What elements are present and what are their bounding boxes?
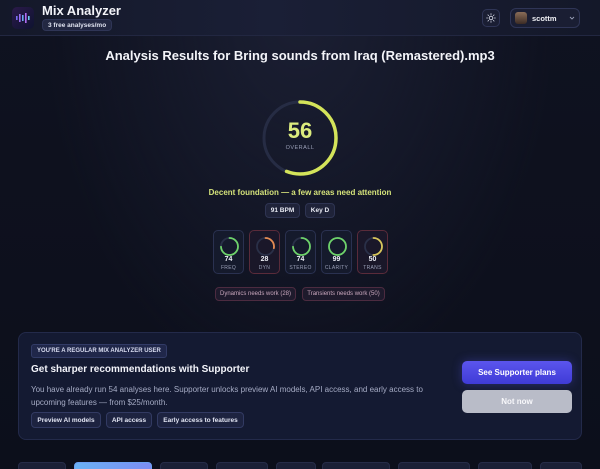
bottom-tab[interactable] (478, 462, 532, 469)
app-title[interactable]: Mix Analyzer (42, 3, 121, 18)
feature-tag-early-access: Early access to features (157, 412, 244, 428)
upsell-title: Get sharper recommendations with Support… (31, 364, 250, 375)
metric-card-dyn[interactable]: 28 DYN (249, 230, 280, 274)
metric-ring (292, 237, 311, 256)
feature-tag-preview-ai: Preview AI models (31, 412, 101, 428)
metric-card-freq[interactable]: 74 FREQ (213, 230, 244, 274)
overall-score-label: OVERALL (285, 145, 315, 151)
bottom-tab[interactable] (216, 462, 268, 469)
chevron-down-icon (569, 16, 575, 20)
bottom-tab-active[interactable] (74, 462, 152, 469)
upsell-description: You have already run 54 analyses here. S… (31, 385, 423, 407)
metric-name: DYN (258, 265, 271, 271)
metric-name: CLARITY (324, 265, 349, 271)
waveform-icon[interactable] (12, 7, 34, 29)
not-now-button[interactable]: Not now (462, 390, 572, 413)
bottom-tab[interactable] (322, 462, 390, 469)
bottom-tab[interactable] (276, 462, 316, 469)
avatar (515, 12, 527, 24)
user-menu[interactable]: scottm (510, 8, 580, 28)
bottom-tab[interactable] (398, 462, 470, 469)
overall-score-value: 56 (287, 118, 313, 143)
metric-card-trans[interactable]: 50 TRANS (357, 230, 388, 274)
username: scottm (532, 13, 557, 23)
sun-icon (486, 13, 496, 23)
page-title: Analysis Results for Bring sounds from I… (105, 48, 495, 63)
bottom-tab[interactable] (18, 462, 66, 469)
metric-name: FREQ (220, 265, 237, 271)
bottom-tab[interactable] (160, 462, 208, 469)
metric-ring (256, 237, 275, 256)
feature-tag-api-access: API access (106, 412, 152, 428)
metric-value: 28 (260, 256, 269, 263)
metric-value: 99 (332, 256, 341, 263)
bottom-tab[interactable] (540, 462, 582, 469)
theme-toggle-button[interactable] (482, 9, 500, 27)
key-chip: Key D (305, 203, 335, 218)
tier-badge: 3 free analyses/mo (42, 19, 113, 31)
metric-ring (328, 237, 347, 256)
user-status-badge: YOU'RE A REGULAR MIX ANALYZER USER (31, 344, 167, 358)
metric-value: 74 (224, 256, 233, 263)
metric-card-stereo[interactable]: 74 STEREO (285, 230, 316, 274)
issue-tag-transients[interactable]: Transients needs work (50) (302, 287, 385, 301)
metric-name: TRANS (363, 265, 382, 271)
metric-card-clarity[interactable]: 99 CLARITY (321, 230, 352, 274)
issue-tag-dynamics[interactable]: Dynamics needs work (28) (215, 287, 296, 301)
metric-value: 50 (368, 256, 377, 263)
bpm-chip: 91 BPM (265, 203, 300, 218)
supporter-upsell-panel: YOU'RE A REGULAR MIX ANALYZER USER Get s… (18, 332, 582, 440)
see-supporter-plans-button[interactable]: See Supporter plans (462, 361, 572, 384)
app-header: Mix Analyzer 3 free analyses/mo scottm (0, 0, 600, 36)
metric-name: STEREO (289, 265, 312, 271)
metric-value: 74 (296, 256, 305, 263)
score-summary: Decent foundation — a few areas need att… (208, 188, 392, 197)
metric-ring (364, 237, 383, 256)
metric-ring (220, 237, 239, 256)
